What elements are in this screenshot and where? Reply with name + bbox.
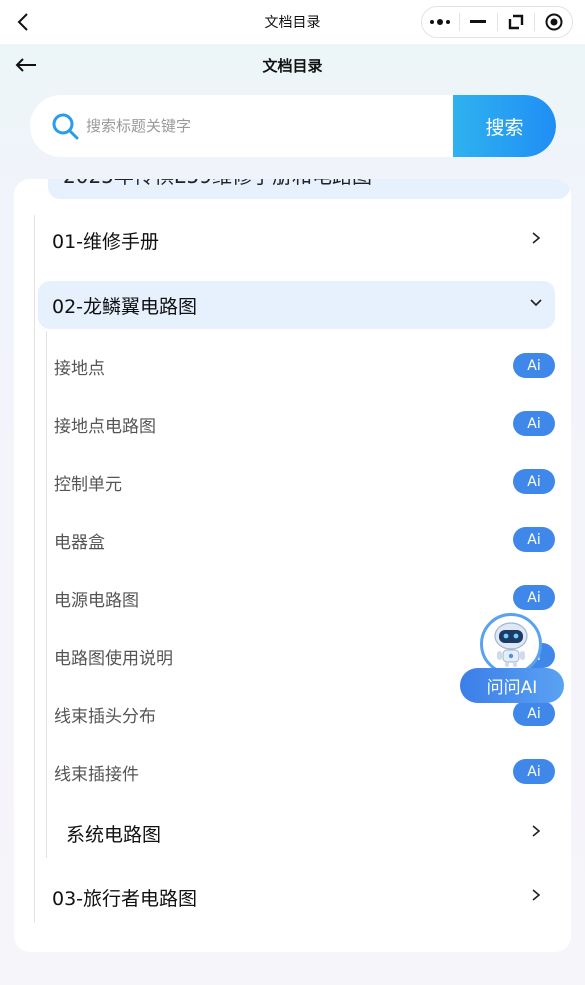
robot-avatar (480, 613, 542, 675)
doc-label: 接地点 (54, 358, 105, 379)
doc-row[interactable]: 线束插接件 Ai (38, 752, 555, 792)
search-button[interactable]: 搜索 (453, 95, 556, 157)
robot-icon (494, 622, 528, 667)
more-button[interactable] (422, 7, 459, 37)
folder-row-03[interactable]: 03-旅行者电路图 (38, 873, 555, 921)
subfolder-row[interactable]: 系统电路图 (38, 809, 555, 857)
doc-row[interactable]: 控制单元 Ai (38, 462, 555, 502)
search-icon (52, 113, 79, 140)
doc-label: 线束插接件 (54, 764, 139, 785)
doc-label: 线束插头分布 (54, 706, 156, 727)
ai-badge[interactable]: Ai (513, 759, 555, 784)
root-folder[interactable]: 2025年传祺E59维修手册和电路图 (48, 179, 570, 199)
subfolder-label: 系统电路图 (66, 823, 162, 846)
ai-badge[interactable]: Ai (513, 469, 555, 494)
folder-label: 03-旅行者电路图 (52, 887, 198, 910)
ai-badge[interactable]: Ai (513, 411, 555, 436)
close-button[interactable] (535, 7, 572, 37)
ai-badge[interactable]: Ai (513, 585, 555, 610)
doc-label: 电路图使用说明 (54, 648, 173, 669)
doc-label: 电源电路图 (54, 590, 139, 611)
capsule-menu (421, 6, 573, 38)
doc-row[interactable]: 电器盒 Ai (38, 520, 555, 560)
chevron-right-icon (532, 232, 541, 244)
doc-label: 电器盒 (54, 532, 105, 553)
more-dots-icon (430, 19, 451, 25)
window-titlebar: 文档目录 (0, 0, 585, 44)
record-circle-icon (545, 13, 563, 31)
tree-guide-line (34, 215, 35, 923)
doc-label: 控制单元 (54, 474, 122, 495)
chevron-down-icon (530, 299, 542, 307)
folder-row-01[interactable]: 01-维修手册 (38, 216, 555, 264)
doc-row[interactable]: 接地点 Ai (38, 346, 555, 386)
doc-row[interactable]: 接地点电路图 Ai (38, 404, 555, 444)
page-title: 文档目录 (262, 57, 323, 75)
root-folder-label: 2025年传祺E59维修手册和电路图 (63, 179, 372, 189)
ai-assistant-button[interactable]: 问问AI (460, 613, 566, 705)
doc-row[interactable]: 电源电路图 Ai (38, 578, 555, 618)
minimize-icon (470, 20, 487, 23)
directory-card: 2025年传祺E59维修手册和电路图 01-维修手册 02-龙鳞翼电路图 接地点… (14, 179, 571, 952)
minimize-button[interactable] (460, 7, 497, 37)
restore-button[interactable] (498, 7, 535, 37)
folder-label: 01-维修手册 (52, 230, 160, 253)
search-bar: 搜索 (30, 95, 556, 157)
ai-assistant-label: 问问AI (460, 668, 564, 703)
ai-badge[interactable]: Ai (513, 353, 555, 378)
chevron-right-icon (532, 889, 541, 901)
folder-row-02[interactable]: 02-龙鳞翼电路图 (38, 281, 555, 329)
chevron-right-icon (532, 825, 541, 837)
restore-icon (508, 14, 524, 30)
ai-badge[interactable]: Ai (513, 527, 555, 552)
search-input[interactable] (86, 111, 446, 141)
folder-label: 02-龙鳞翼电路图 (52, 295, 198, 318)
doc-label: 接地点电路图 (54, 416, 156, 437)
